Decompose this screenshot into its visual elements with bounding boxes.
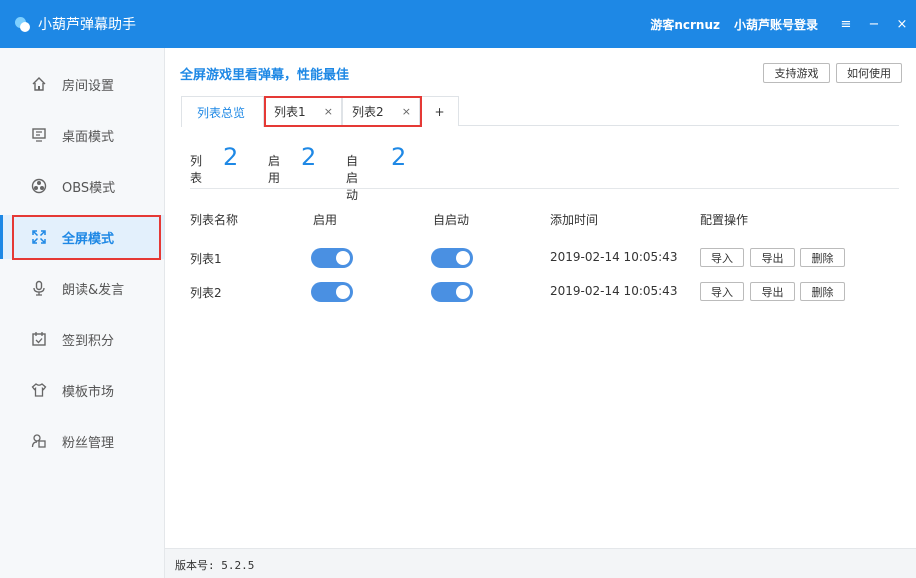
sidebar-item-template-market[interactable]: 模板市场 — [0, 368, 164, 412]
add-tab-button[interactable]: + — [420, 96, 459, 126]
row-added-time: 2019-02-14 10:05:43 — [550, 250, 678, 264]
sidebar-item-read-speak[interactable]: 朗读&发言 — [0, 266, 164, 310]
col-header-enabled: 启用 — [313, 213, 338, 227]
stat-value-lists: 2 — [223, 143, 239, 171]
col-header-actions: 配置操作 — [700, 213, 749, 227]
autostart-toggle[interactable] — [431, 248, 473, 268]
col-header-added-time: 添加时间 — [550, 213, 599, 227]
tab-label: 列表总览 — [197, 105, 246, 120]
sidebar-item-desktop-mode[interactable]: 桌面模式 — [0, 113, 164, 157]
title-bar: 小葫芦弹幕助手 游客ncrnuz 小葫芦账号登录 ≡ − × — [0, 0, 916, 48]
status-footer: 版本号: 5.2.5 — [165, 548, 916, 578]
monitor-icon — [30, 126, 48, 144]
how-to-use-button[interactable]: 如何使用 — [836, 63, 902, 83]
close-icon[interactable]: × — [888, 0, 916, 48]
row-added-time: 2019-02-14 10:05:43 — [550, 284, 678, 298]
sidebar-item-label: 粉丝管理 — [62, 435, 115, 451]
sidebar-item-label: 签到积分 — [62, 333, 115, 349]
app-logo-icon — [14, 15, 32, 33]
sidebar-item-fan-management[interactable]: 粉丝管理 — [0, 419, 164, 463]
shirt-icon — [30, 381, 48, 399]
home-icon — [30, 75, 48, 93]
import-button[interactable]: 导入 — [700, 248, 744, 267]
version-label: 版本号: 5.2.5 — [175, 559, 255, 572]
sidebar-item-label: 朗读&发言 — [62, 282, 125, 298]
microphone-icon — [30, 279, 48, 297]
stat-label-lists: 列表 — [190, 154, 203, 185]
main-panel: 全屏游戏里看弹幕，性能最佳 支持游戏 如何使用 列表总览 列表1 × 列表2 ×… — [165, 48, 916, 548]
stat-value-autostart: 2 — [391, 143, 407, 171]
supported-games-button[interactable]: 支持游戏 — [763, 63, 830, 83]
sidebar: 房间设置 桌面模式 OBS模式 全屏模式 朗读&发言 签到积分 模板市场 粉丝管… — [0, 48, 165, 578]
plus-icon: + — [434, 104, 445, 119]
highlight-box-tabs — [264, 96, 422, 127]
highlight-box-sidebar — [12, 215, 161, 260]
col-header-name: 列表名称 — [190, 213, 239, 227]
row-name: 列表1 — [190, 252, 222, 266]
row-name: 列表2 — [190, 286, 222, 300]
menu-icon[interactable]: ≡ — [832, 0, 860, 48]
sidebar-item-label: 桌面模式 — [62, 129, 115, 145]
sidebar-item-label: 房间设置 — [62, 78, 115, 94]
import-button[interactable]: 导入 — [700, 282, 744, 301]
col-header-autostart: 自启动 — [433, 213, 470, 227]
tab-overview[interactable]: 列表总览 — [181, 96, 264, 127]
stat-label-enabled: 启用 — [268, 154, 281, 185]
enabled-toggle[interactable] — [311, 248, 353, 268]
fan-manage-icon — [30, 432, 48, 450]
account-login-link[interactable]: 小葫芦账号登录 — [734, 16, 818, 33]
export-button[interactable]: 导出 — [750, 248, 795, 267]
sidebar-item-obs-mode[interactable]: OBS模式 — [0, 164, 164, 208]
guest-username: 游客ncrnuz — [650, 17, 720, 32]
obs-icon — [30, 177, 48, 195]
minimize-icon[interactable]: − — [860, 0, 888, 48]
app-title: 小葫芦弹幕助手 — [38, 17, 136, 33]
page-headline: 全屏游戏里看弹幕，性能最佳 — [180, 68, 350, 83]
autostart-toggle[interactable] — [431, 282, 473, 302]
delete-button[interactable]: 删除 — [800, 282, 845, 301]
stat-label-autostart: 自启动 — [346, 154, 359, 202]
sidebar-item-label: OBS模式 — [62, 180, 116, 196]
stat-value-enabled: 2 — [301, 143, 317, 171]
sidebar-item-checkin-points[interactable]: 签到积分 — [0, 317, 164, 361]
delete-button[interactable]: 删除 — [800, 248, 845, 267]
sidebar-item-room-settings[interactable]: 房间设置 — [0, 62, 164, 106]
enabled-toggle[interactable] — [311, 282, 353, 302]
sidebar-item-label: 模板市场 — [62, 384, 115, 400]
calendar-check-icon — [30, 330, 48, 348]
export-button[interactable]: 导出 — [750, 282, 795, 301]
divider — [190, 188, 899, 189]
